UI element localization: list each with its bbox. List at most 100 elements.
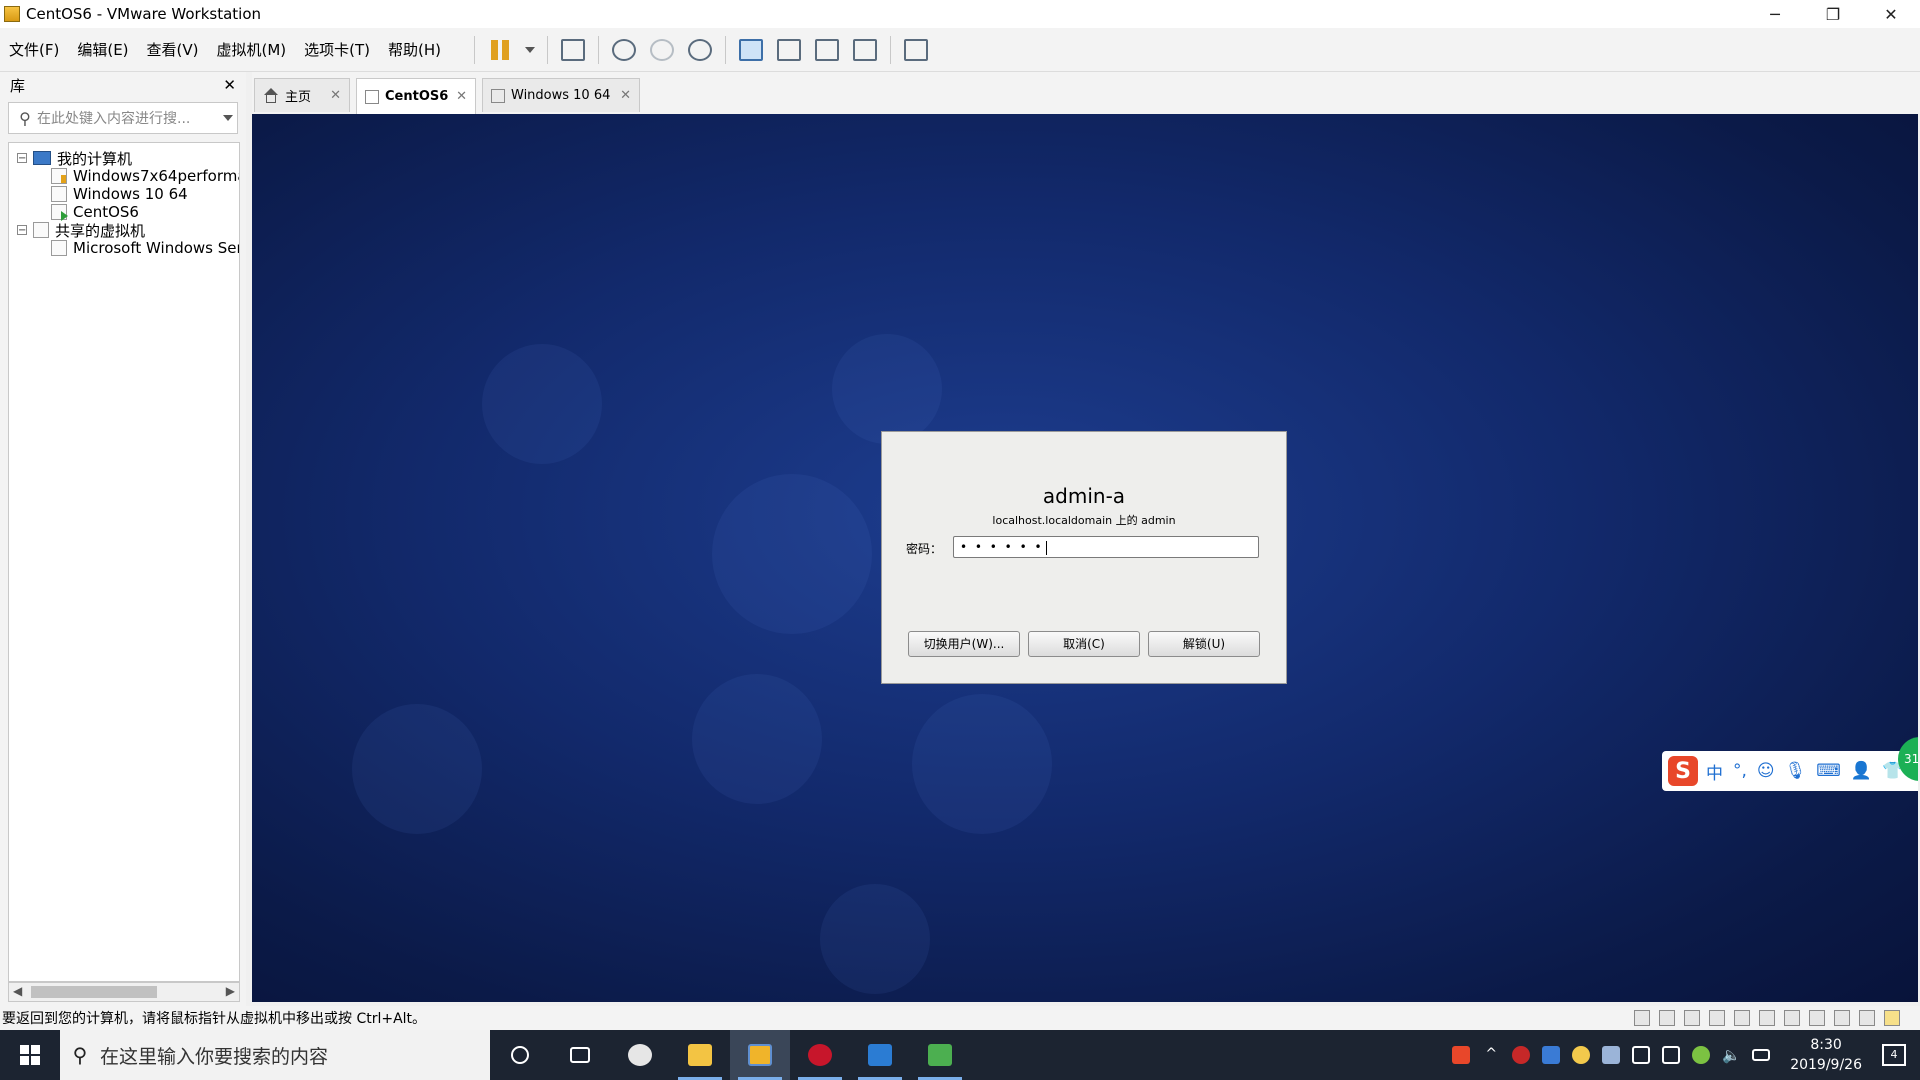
- library-horizontal-scrollbar[interactable]: ◀ ▶: [8, 982, 240, 1002]
- device-status-icons: [1625, 1010, 1900, 1026]
- close-button[interactable]: ✕: [1862, 0, 1920, 28]
- show-thumbnail-bar-button[interactable]: [773, 34, 805, 66]
- menu-help[interactable]: 帮助(H): [379, 39, 450, 60]
- network-icon[interactable]: [1662, 1046, 1681, 1064]
- tab-close-icon[interactable]: ✕: [620, 88, 631, 103]
- microphone-icon[interactable]: 🎙: [1785, 761, 1807, 781]
- sound-card-icon[interactable]: [1734, 1010, 1750, 1026]
- cortana-button[interactable]: [490, 1030, 550, 1080]
- unity-button[interactable]: [849, 34, 881, 66]
- tab-label: Windows 10 64: [511, 88, 611, 103]
- show-library-button[interactable]: [735, 34, 767, 66]
- tab-close-icon[interactable]: ✕: [330, 88, 341, 103]
- tray-app-icon[interactable]: [1692, 1046, 1711, 1064]
- chevron-up-icon[interactable]: ^: [1482, 1046, 1500, 1064]
- collapse-icon[interactable]: −: [17, 225, 27, 236]
- clock[interactable]: 8:30 2019/9/26: [1790, 1035, 1862, 1075]
- scroll-right-icon[interactable]: ▶: [226, 984, 235, 998]
- task-view-button[interactable]: [550, 1030, 610, 1080]
- battery-icon[interactable]: [1752, 1049, 1771, 1061]
- tray-app-icon[interactable]: [1542, 1046, 1561, 1064]
- status-bar: 要返回到您的计算机，请将鼠标指针从虚拟机中移出或按 Ctrl+Alt。: [0, 1006, 1920, 1030]
- revert-snapshot-button[interactable]: [646, 34, 678, 66]
- chevron-down-icon: [525, 46, 536, 53]
- scroll-thumb[interactable]: [31, 986, 157, 998]
- taskbar-app[interactable]: [790, 1030, 850, 1080]
- title-bar: CentOS6 - VMware Workstation ─ ❐ ✕: [0, 0, 1920, 28]
- tab-home[interactable]: 主页 ✕: [254, 78, 350, 112]
- restore-button[interactable]: ❐: [1804, 0, 1862, 28]
- library-search-input[interactable]: 在此处键入内容进行搜...: [37, 108, 219, 128]
- menu-vm[interactable]: 虚拟机(M): [208, 39, 296, 60]
- punctuation-icon[interactable]: °,: [1733, 761, 1747, 781]
- snapshot-manager-button[interactable]: [684, 34, 716, 66]
- user-icon[interactable]: 👤: [1851, 761, 1872, 781]
- keyboard-icon[interactable]: ⌨: [1816, 761, 1841, 781]
- app-icon: [628, 1044, 652, 1066]
- vm-icon: [51, 186, 67, 202]
- minimize-button[interactable]: ─: [1746, 0, 1804, 28]
- emoji-icon[interactable]: ☺: [1757, 761, 1775, 781]
- search-icon: ⚲: [19, 108, 31, 128]
- usb-device-icon[interactable]: [1859, 1010, 1875, 1026]
- hard-disk-icon[interactable]: [1634, 1010, 1650, 1026]
- tab-centos6[interactable]: CentOS6 ✕: [356, 78, 476, 114]
- taskbar-search-input[interactable]: 在这里输入你要搜索的内容: [100, 1042, 328, 1069]
- background-bokeh: [352, 704, 482, 834]
- taskbar-file-explorer[interactable]: [670, 1030, 730, 1080]
- display-icon[interactable]: [1834, 1010, 1850, 1026]
- usb-device-icon[interactable]: [1759, 1010, 1775, 1026]
- tab-windows-10[interactable]: Windows 10 64 ✕: [482, 78, 640, 112]
- menu-tabs[interactable]: 选项卡(T): [295, 39, 379, 60]
- taskbar-app[interactable]: [610, 1030, 670, 1080]
- vm-running-icon: [365, 89, 379, 104]
- ime-language-toggle[interactable]: 中: [1706, 759, 1723, 784]
- printer-icon[interactable]: [1709, 1010, 1725, 1026]
- taskbar-search[interactable]: ⚲ 在这里输入你要搜索的内容: [60, 1030, 490, 1080]
- full-screen-button[interactable]: [811, 34, 843, 66]
- vm-console[interactable]: admin-a localhost.localdomain 上的 admin 密…: [252, 114, 1918, 1002]
- notification-count: 4: [1890, 1048, 1898, 1061]
- search-dropdown-button[interactable]: [219, 115, 237, 121]
- sogou-logo-icon[interactable]: S: [1668, 756, 1698, 786]
- snapshot-button[interactable]: [608, 34, 640, 66]
- message-log-icon[interactable]: [1884, 1010, 1900, 1026]
- usb-device-icon[interactable]: [1809, 1010, 1825, 1026]
- scroll-left-icon[interactable]: ◀: [13, 984, 22, 998]
- suspend-button[interactable]: [484, 34, 516, 66]
- menu-view[interactable]: 查看(V): [138, 39, 208, 60]
- power-dropdown-button[interactable]: [522, 34, 538, 66]
- library-close-icon[interactable]: ✕: [223, 76, 236, 94]
- volume-icon[interactable]: 🔈: [1722, 1046, 1741, 1064]
- menu-file[interactable]: 文件(F): [0, 39, 68, 60]
- tray-app-icon[interactable]: [1512, 1046, 1531, 1064]
- collapse-icon[interactable]: −: [17, 153, 27, 164]
- menu-edit[interactable]: 编辑(E): [68, 39, 137, 60]
- start-button[interactable]: [0, 1030, 60, 1080]
- taskbar-word[interactable]: [850, 1030, 910, 1080]
- sogou-tray-icon[interactable]: [1452, 1046, 1471, 1064]
- taskbar-vmware[interactable]: [730, 1030, 790, 1080]
- password-input[interactable]: • • • • • •: [953, 536, 1259, 558]
- switch-user-button[interactable]: 切换用户(W)...: [908, 631, 1020, 657]
- tray-app-icon[interactable]: [1572, 1046, 1591, 1064]
- unlock-button[interactable]: 解锁(U): [1148, 631, 1260, 657]
- console-view-button[interactable]: [900, 34, 932, 66]
- tab-close-icon[interactable]: ✕: [456, 89, 467, 104]
- taskbar-app[interactable]: [910, 1030, 970, 1080]
- cd-drive-icon[interactable]: [1659, 1010, 1675, 1026]
- library-header: 库 ✕: [0, 72, 246, 98]
- search-icon: ⚲: [72, 1043, 88, 1067]
- cortana-icon: [511, 1046, 529, 1064]
- action-center-button[interactable]: 4: [1882, 1044, 1906, 1066]
- status-message: 要返回到您的计算机，请将鼠标指针从虚拟机中移出或按 Ctrl+Alt。: [2, 1011, 427, 1027]
- network-adapter-icon[interactable]: [1684, 1010, 1700, 1026]
- send-ctrl-alt-del-button[interactable]: [557, 34, 589, 66]
- library-search[interactable]: ⚲ 在此处键入内容进行搜...: [8, 102, 238, 134]
- unity-icon: [853, 38, 878, 61]
- usb-device-icon[interactable]: [1784, 1010, 1800, 1026]
- tray-app-icon[interactable]: [1602, 1046, 1621, 1064]
- tree-item-vm[interactable]: Microsoft Windows Server: [51, 237, 239, 259]
- tray-app-icon[interactable]: [1632, 1046, 1651, 1064]
- cancel-button[interactable]: 取消(C): [1028, 631, 1140, 657]
